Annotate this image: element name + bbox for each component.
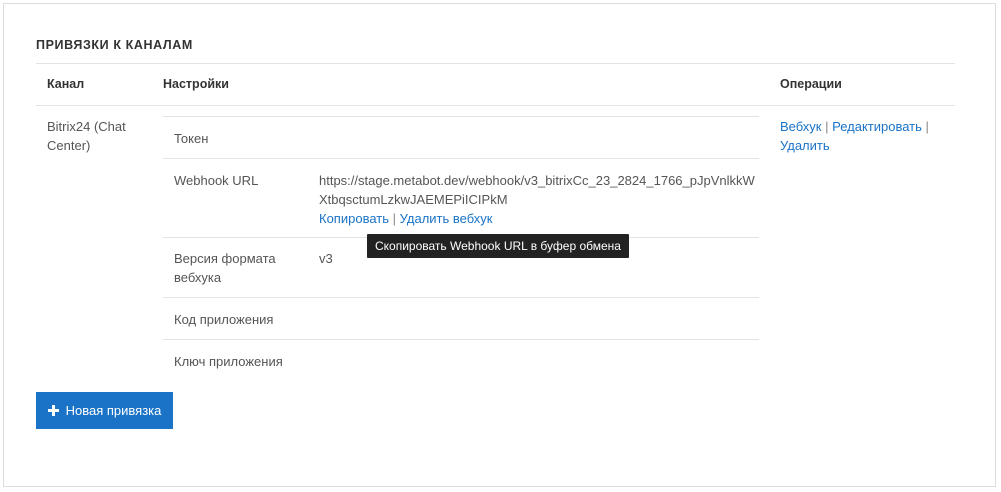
header-divider xyxy=(36,105,955,106)
webhook-actions: Копировать | Удалить вебхук xyxy=(319,209,759,228)
webhook-link[interactable]: Вебхук xyxy=(780,119,821,134)
settings-row-token: Токен xyxy=(163,116,759,158)
settings-row-app-code: Код приложения xyxy=(163,297,759,339)
settings-label: Код приложения xyxy=(174,312,274,327)
column-header-operations: Операции xyxy=(780,77,842,91)
operations-cell: Вебхук | Редактировать | Удалить xyxy=(780,117,960,155)
title-divider xyxy=(36,63,955,64)
webhook-url-value: https://stage.metabot.dev/webhook/v3_bit… xyxy=(319,171,759,228)
settings-row-app-key: Ключ приложения xyxy=(163,339,759,381)
separator: | xyxy=(392,211,397,226)
column-header-settings: Настройки xyxy=(163,77,229,91)
new-binding-label: Новая привязка xyxy=(65,403,162,418)
delete-webhook-link[interactable]: Удалить вебхук xyxy=(400,211,493,226)
delete-link[interactable]: Удалить xyxy=(780,138,830,153)
settings-label: Ключ приложения xyxy=(174,354,283,369)
settings-label: Токен xyxy=(174,131,209,146)
separator: | xyxy=(925,119,929,134)
plus-icon xyxy=(47,405,59,416)
new-binding-button[interactable]: Новая привязка xyxy=(36,392,173,429)
copy-tooltip: Скопировать Webhook URL в буфер обмена xyxy=(367,234,629,258)
edit-link[interactable]: Редактировать xyxy=(832,119,922,134)
section-title: ПРИВЯЗКИ К КАНАЛАМ xyxy=(36,38,193,52)
channel-name: Bitrix24 (Chat Center) xyxy=(47,119,126,153)
settings-label: Версия формата вебхука xyxy=(174,251,276,285)
copy-webhook-link[interactable]: Копировать xyxy=(319,211,389,226)
settings-row-webhook-url: Webhook URL https://stage.metabot.dev/we… xyxy=(163,158,759,237)
separator: | xyxy=(825,119,829,134)
column-header-channel: Канал xyxy=(47,77,85,91)
settings-label: Webhook URL xyxy=(174,173,259,188)
webhook-url-text: https://stage.metabot.dev/webhook/v3_bit… xyxy=(319,173,755,207)
